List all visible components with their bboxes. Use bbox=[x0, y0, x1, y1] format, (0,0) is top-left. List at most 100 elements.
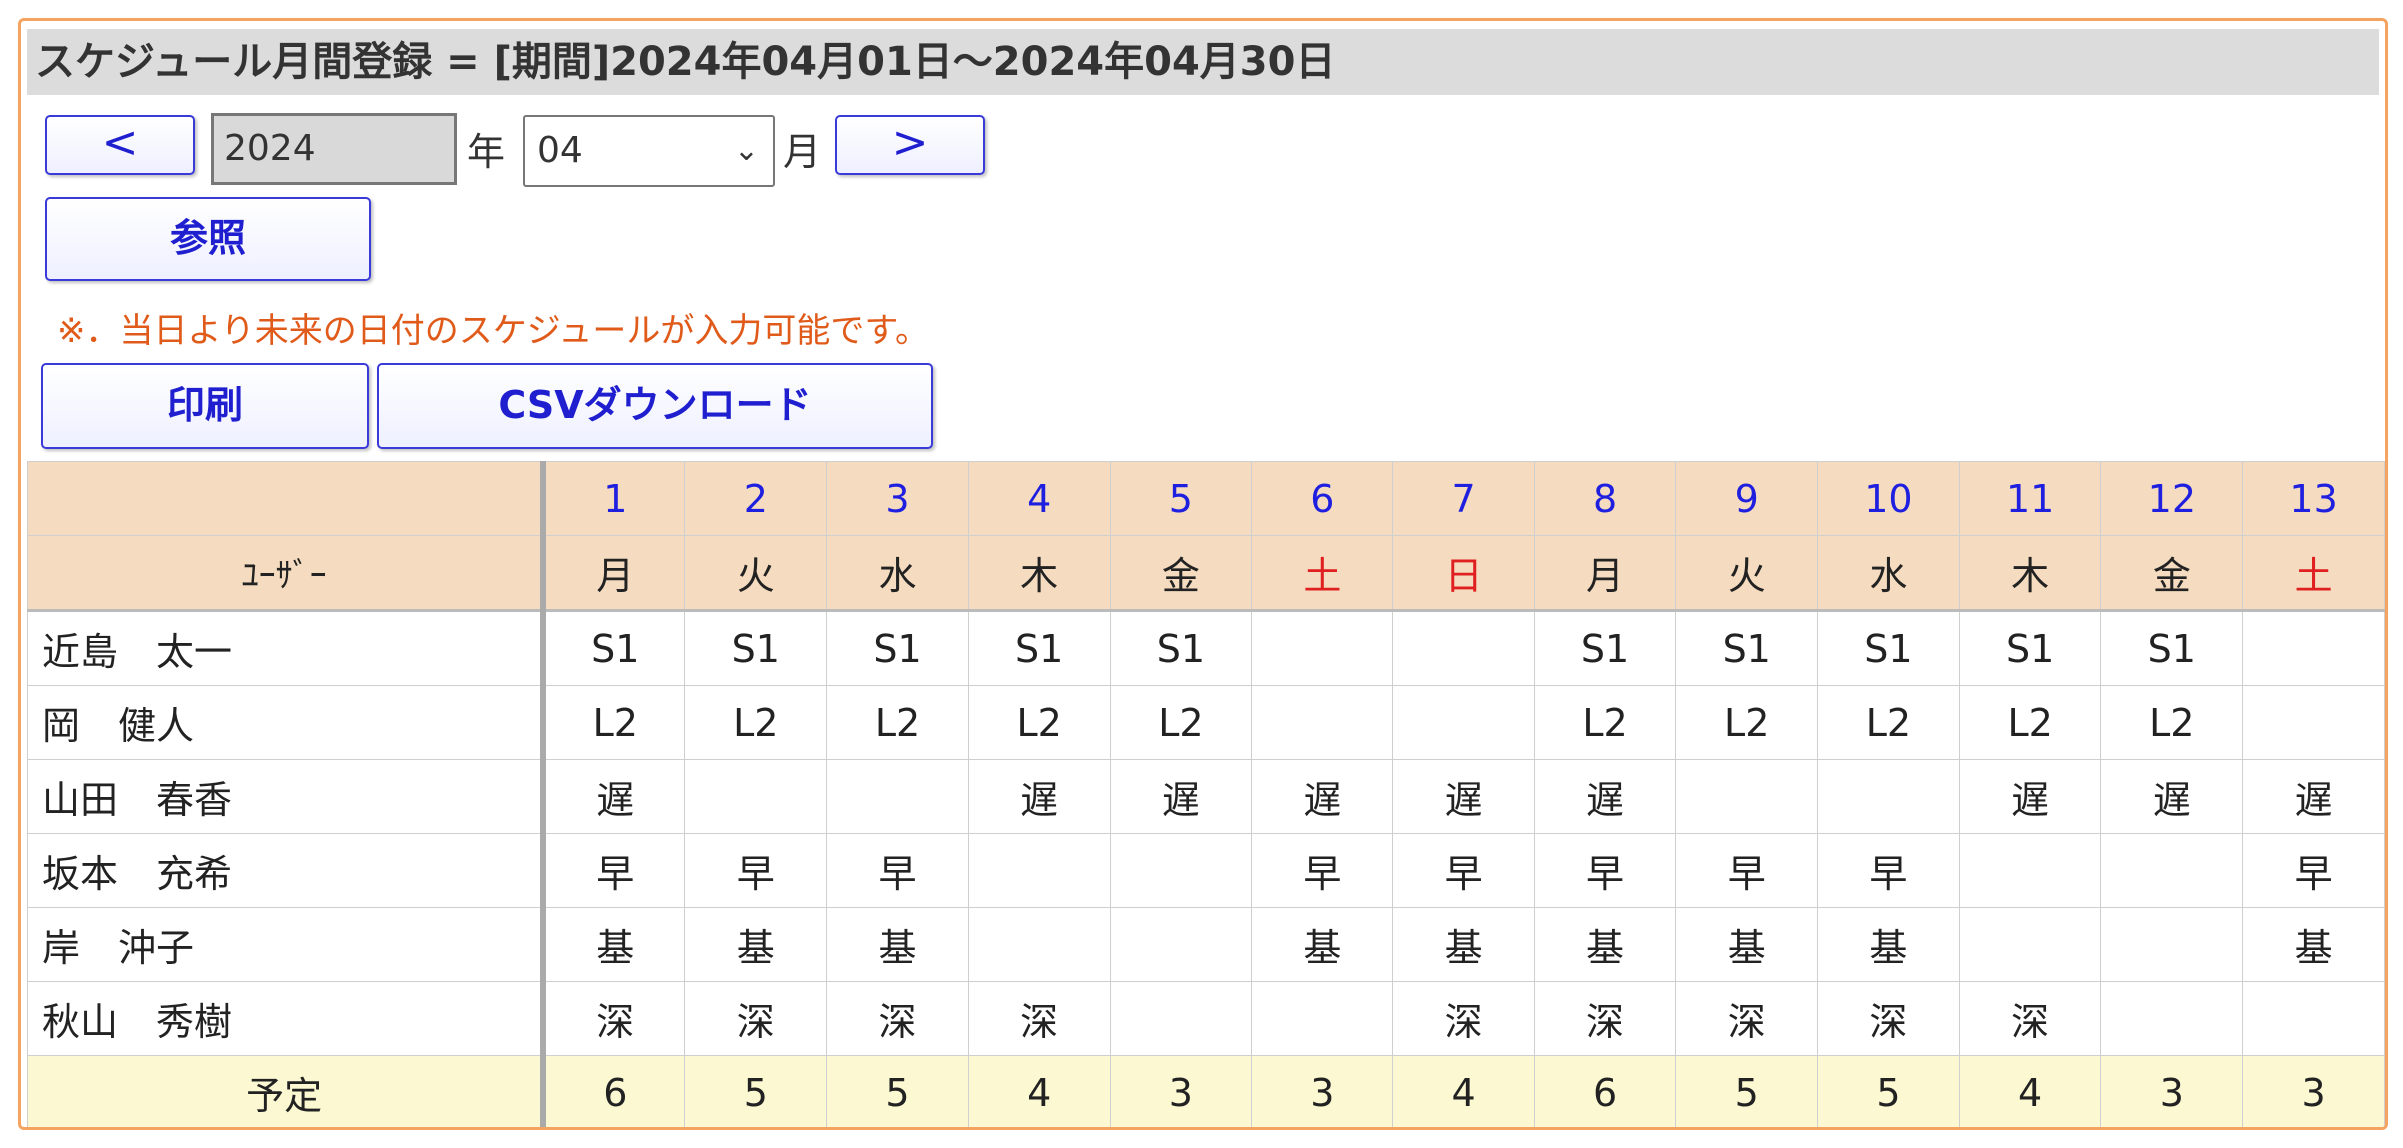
schedule-cell[interactable]: L2 bbox=[1958, 685, 2102, 760]
schedule-cell[interactable] bbox=[826, 759, 969, 834]
schedule-cell[interactable] bbox=[1109, 907, 1253, 982]
schedule-cell[interactable]: L2 bbox=[1817, 685, 1960, 760]
schedule-cell[interactable]: S1 bbox=[1958, 609, 2102, 686]
weekday-label: 日 bbox=[1392, 535, 1535, 611]
schedule-cell[interactable]: 深 bbox=[684, 981, 828, 1056]
schedule-cell[interactable]: 早 bbox=[826, 833, 969, 908]
schedule-cell[interactable]: 早 bbox=[1533, 833, 1677, 908]
weekday-label: 月 bbox=[1533, 535, 1677, 611]
weekday-label: 火 bbox=[684, 535, 828, 611]
schedule-cell[interactable] bbox=[1251, 981, 1394, 1056]
schedule-cell[interactable]: L2 bbox=[1109, 685, 1253, 760]
schedule-cell[interactable]: 深 bbox=[1392, 981, 1535, 1056]
weekday-label: 火 bbox=[1675, 535, 1819, 611]
schedule-cell[interactable] bbox=[2100, 907, 2244, 982]
user-name: 岡 健人 bbox=[27, 685, 547, 760]
schedule-cell[interactable]: 早 bbox=[2242, 833, 2385, 908]
day-number: 7 bbox=[1392, 461, 1535, 536]
weekday-label: 金 bbox=[1109, 535, 1253, 611]
schedule-cell[interactable]: L2 bbox=[1675, 685, 1819, 760]
schedule-cell[interactable]: S1 bbox=[2100, 609, 2244, 686]
day-number: 10 bbox=[1817, 461, 1960, 536]
schedule-cell[interactable]: 早 bbox=[1251, 833, 1394, 908]
schedule-cell[interactable]: 基 bbox=[2242, 907, 2385, 982]
schedule-cell[interactable]: S1 bbox=[1675, 609, 1819, 686]
schedule-cell[interactable] bbox=[1109, 833, 1253, 908]
schedule-cell[interactable] bbox=[1817, 759, 1960, 834]
csv-download-button[interactable]: CSVダウンロード bbox=[377, 363, 933, 449]
schedule-cell[interactable]: 深 bbox=[542, 981, 686, 1056]
schedule-cell[interactable]: 基 bbox=[826, 907, 969, 982]
schedule-cell[interactable]: 基 bbox=[542, 907, 686, 982]
schedule-cell[interactable]: L2 bbox=[967, 685, 1111, 760]
schedule-cell[interactable] bbox=[1958, 833, 2102, 908]
schedule-cell[interactable] bbox=[684, 759, 828, 834]
schedule-cell[interactable]: 遅 bbox=[2242, 759, 2385, 834]
schedule-cell[interactable]: 深 bbox=[1533, 981, 1677, 1056]
schedule-cell[interactable]: 早 bbox=[1392, 833, 1535, 908]
schedule-cell[interactable]: L2 bbox=[1533, 685, 1677, 760]
schedule-cell[interactable]: 深 bbox=[1817, 981, 1960, 1056]
schedule-cell[interactable] bbox=[2100, 833, 2244, 908]
schedule-cell[interactable] bbox=[967, 907, 1111, 982]
schedule-cell[interactable]: 基 bbox=[1392, 907, 1535, 982]
schedule-cell[interactable]: 基 bbox=[1533, 907, 1677, 982]
print-button[interactable]: 印刷 bbox=[41, 363, 369, 449]
summary-label: 予定 bbox=[27, 1055, 547, 1127]
schedule-cell[interactable]: 早 bbox=[542, 833, 686, 908]
schedule-cell[interactable] bbox=[1958, 907, 2102, 982]
schedule-cell[interactable]: 遅 bbox=[2100, 759, 2244, 834]
schedule-cell[interactable] bbox=[1109, 981, 1253, 1056]
schedule-cell[interactable]: 遅 bbox=[967, 759, 1111, 834]
prev-month-button[interactable]: < bbox=[45, 115, 195, 175]
schedule-cell[interactable]: 深 bbox=[1958, 981, 2102, 1056]
schedule-cell[interactable] bbox=[1675, 759, 1819, 834]
schedule-cell[interactable]: S1 bbox=[1109, 609, 1253, 686]
schedule-cell[interactable]: 基 bbox=[1675, 907, 1819, 982]
input-note: ※．当日より未来の日付のスケジュールが入力可能です。 bbox=[57, 311, 930, 351]
schedule-cell[interactable] bbox=[2100, 981, 2244, 1056]
weekday-label: 水 bbox=[1817, 535, 1960, 611]
schedule-cell[interactable]: 基 bbox=[1817, 907, 1960, 982]
schedule-cell[interactable]: 遅 bbox=[1109, 759, 1253, 834]
schedule-cell[interactable] bbox=[967, 833, 1111, 908]
schedule-cell[interactable]: 深 bbox=[967, 981, 1111, 1056]
schedule-cell[interactable] bbox=[1392, 609, 1535, 686]
schedule-cell[interactable]: S1 bbox=[967, 609, 1111, 686]
schedule-cell[interactable]: S1 bbox=[1817, 609, 1960, 686]
schedule-cell[interactable] bbox=[2242, 981, 2385, 1056]
schedule-cell[interactable]: L2 bbox=[2100, 685, 2244, 760]
summary-count: 6 bbox=[1533, 1055, 1677, 1127]
schedule-cell[interactable]: L2 bbox=[542, 685, 686, 760]
schedule-cell[interactable]: L2 bbox=[684, 685, 828, 760]
schedule-cell[interactable]: 早 bbox=[1817, 833, 1960, 908]
next-month-button[interactable]: > bbox=[835, 115, 985, 175]
schedule-cell[interactable]: S1 bbox=[542, 609, 686, 686]
schedule-cell[interactable] bbox=[1251, 609, 1394, 686]
schedule-cell[interactable]: 遅 bbox=[1533, 759, 1677, 834]
schedule-cell[interactable]: 基 bbox=[1251, 907, 1394, 982]
schedule-cell[interactable]: 遅 bbox=[542, 759, 686, 834]
schedule-cell[interactable]: 深 bbox=[1675, 981, 1819, 1056]
schedule-cell[interactable] bbox=[2242, 685, 2385, 760]
schedule-cell[interactable]: 早 bbox=[1675, 833, 1819, 908]
schedule-cell[interactable]: 遅 bbox=[1251, 759, 1394, 834]
schedule-cell[interactable] bbox=[1251, 685, 1394, 760]
schedule-table: 1 2 3 4 5 6 7 8 9 10 11 12 13 ﾕｰｻﾞｰ 月火水木金土日月火水木金土 近島… bbox=[27, 461, 2385, 1127]
schedule-cell[interactable]: S1 bbox=[684, 609, 828, 686]
schedule-cell[interactable]: 深 bbox=[826, 981, 969, 1056]
schedule-cell[interactable]: 遅 bbox=[1392, 759, 1535, 834]
schedule-cell[interactable] bbox=[2242, 609, 2385, 686]
month-select[interactable]: 04 ⌄ bbox=[523, 115, 775, 187]
schedule-cell[interactable]: 遅 bbox=[1958, 759, 2102, 834]
year-input[interactable]: 2024 bbox=[211, 113, 457, 185]
schedule-cell[interactable]: 早 bbox=[684, 833, 828, 908]
schedule-cell[interactable]: L2 bbox=[826, 685, 969, 760]
schedule-cell[interactable] bbox=[1392, 685, 1535, 760]
schedule-cell[interactable]: S1 bbox=[1533, 609, 1677, 686]
refer-button[interactable]: 参照 bbox=[45, 197, 371, 281]
schedule-cell[interactable]: S1 bbox=[826, 609, 969, 686]
summary-count: 5 bbox=[1817, 1055, 1960, 1127]
header-corner bbox=[27, 461, 547, 536]
schedule-cell[interactable]: 基 bbox=[684, 907, 828, 982]
